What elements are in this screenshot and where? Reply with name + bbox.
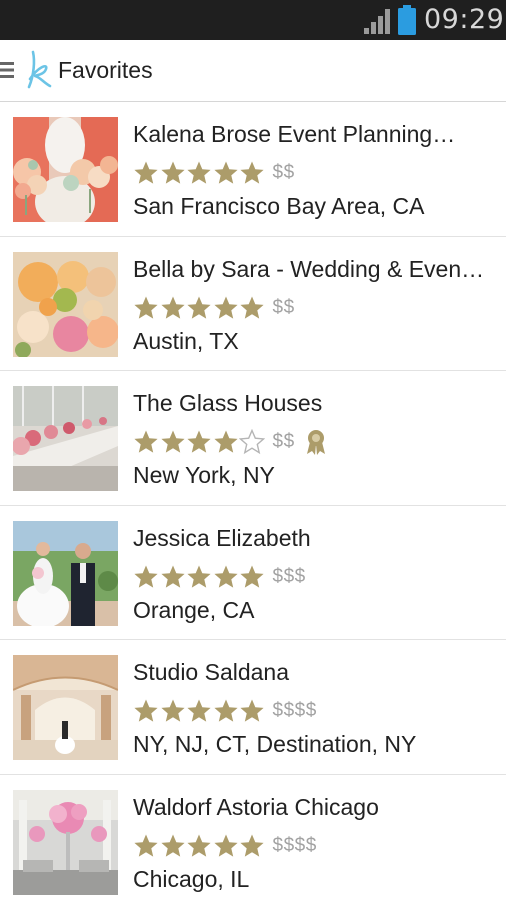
star-filled-icon <box>187 430 211 453</box>
star-rating <box>133 160 266 186</box>
vendor-photo <box>13 789 118 895</box>
vendor-name: Studio Saldana <box>133 659 290 686</box>
star-filled-icon <box>213 565 238 588</box>
price-level: $$ <box>272 431 295 453</box>
signal-icon <box>364 9 390 34</box>
page-title: Favorites <box>58 57 153 83</box>
star-filled-icon <box>160 699 185 722</box>
rating-line: $$ <box>133 293 295 323</box>
action-bar: Favorites <box>0 40 506 102</box>
rating-line: $$ <box>133 158 295 188</box>
favorites-list: Kalena Brose Event Planning… $$ San Fran… <box>0 102 506 900</box>
hamburger-menu-icon[interactable] <box>0 61 14 79</box>
star-filled-icon <box>240 699 264 722</box>
rating-line: $$$$ <box>133 696 317 726</box>
star-filled-icon <box>187 296 211 319</box>
price-level: $$$$ <box>272 700 317 722</box>
star-filled-icon <box>160 834 185 857</box>
star-rating <box>133 429 266 455</box>
star-filled-icon <box>240 565 264 588</box>
vendor-photo <box>13 251 118 357</box>
vendor-location: Orange, CA <box>133 596 255 623</box>
vendor-photo <box>13 117 118 222</box>
star-filled-icon <box>134 834 158 857</box>
vendor-location: NY, NJ, CT, Destination, NY <box>133 731 417 758</box>
star-filled-icon <box>187 699 211 722</box>
star-filled-icon <box>134 161 158 184</box>
star-filled-icon <box>213 296 238 319</box>
star-filled-icon <box>240 834 264 857</box>
star-filled-icon <box>187 565 211 588</box>
list-item[interactable]: Kalena Brose Event Planning… $$ San Fran… <box>0 102 506 237</box>
vendor-name: Kalena Brose Event Planning… <box>133 121 456 147</box>
list-item[interactable]: The Glass Houses $$ New York, NY <box>0 371 506 506</box>
status-bar: 09:29 <box>0 0 506 40</box>
rating-line: $$$ <box>133 562 306 592</box>
star-filled-icon <box>134 296 158 319</box>
vendor-location: San Francisco Bay Area, CA <box>133 193 425 219</box>
price-level: $$ <box>272 162 295 183</box>
star-filled-icon <box>134 699 158 722</box>
price-level: $$$ <box>272 565 306 587</box>
price-level: $$$$ <box>272 834 317 856</box>
star-filled-icon <box>187 161 211 184</box>
star-rating <box>133 564 266 590</box>
star-rating <box>133 295 266 321</box>
price-level: $$ <box>272 296 295 318</box>
star-filled-icon <box>240 161 264 184</box>
list-item[interactable]: Bella by Sara - Wedding & Even… $$ Austi… <box>0 236 506 372</box>
vendor-name: Waldorf Astoria Chicago <box>133 793 379 820</box>
star-filled-icon <box>160 161 185 184</box>
star-filled-icon <box>160 565 185 588</box>
app-logo-icon[interactable] <box>24 49 54 91</box>
vendor-name: The Glass Houses <box>133 390 323 417</box>
vendor-location: Chicago, IL <box>133 865 250 892</box>
list-item[interactable]: Studio Saldana $$$$ NY, NJ, CT, Destinat… <box>0 640 506 775</box>
vendor-photo <box>13 520 118 626</box>
battery-icon <box>398 5 416 35</box>
star-rating <box>133 833 266 859</box>
star-filled-icon <box>213 161 238 184</box>
list-item[interactable]: Waldorf Astoria Chicago $$$$ Chicago, IL <box>0 774 506 900</box>
vendor-name: Jessica Elizabeth <box>133 524 311 551</box>
vendor-photo <box>13 386 118 492</box>
rating-line: $$$$ <box>133 831 317 861</box>
star-filled-icon <box>213 699 238 722</box>
star-rating <box>133 698 266 724</box>
star-empty-icon <box>239 429 265 455</box>
vendor-location: Austin, TX <box>133 327 239 354</box>
vendor-photo <box>13 655 118 761</box>
star-filled-icon <box>134 430 158 453</box>
award-ribbon-icon <box>306 430 325 456</box>
star-filled-icon <box>240 296 264 319</box>
star-filled-icon <box>187 834 211 857</box>
rating-line: $$ <box>133 427 327 457</box>
star-filled-icon <box>213 834 238 857</box>
clock: 09:29 <box>424 4 505 35</box>
star-filled-icon <box>160 430 185 453</box>
star-filled-icon <box>213 430 238 453</box>
star-filled-icon <box>134 565 158 588</box>
vendor-location: New York, NY <box>133 462 275 489</box>
vendor-name: Bella by Sara - Wedding & Even… <box>133 255 485 282</box>
star-filled-icon <box>160 296 185 319</box>
list-item[interactable]: Jessica Elizabeth $$$ Orange, CA <box>0 505 506 641</box>
